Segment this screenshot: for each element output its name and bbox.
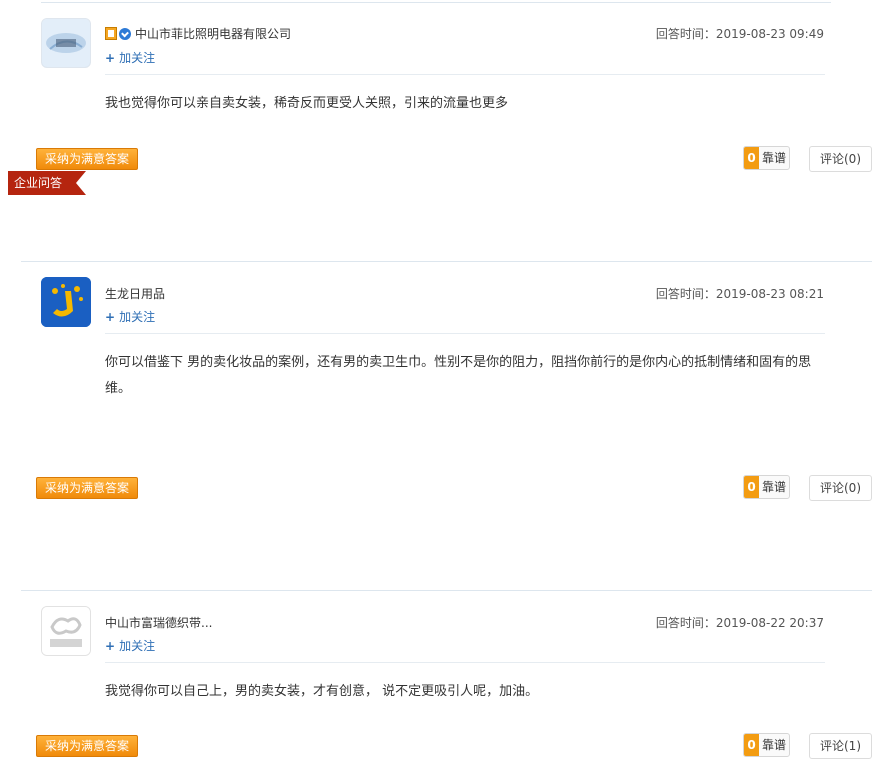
- answer-content: 我也觉得你可以亲自卖女装，稀奇反而更受人关照，引来的流量也更多: [105, 96, 509, 111]
- comment-button[interactable]: 评论(0): [809, 146, 872, 172]
- kaopu-label: 靠谱: [761, 151, 786, 165]
- follow-button[interactable]: + 加关注: [105, 637, 155, 654]
- divider: [21, 261, 872, 262]
- follow-button[interactable]: + 加关注: [105, 308, 155, 325]
- user-name-row: 生龙日用品: [105, 285, 165, 302]
- user-name[interactable]: 生龙日用品: [105, 285, 165, 302]
- follow-button[interactable]: + 加关注: [105, 49, 155, 66]
- divider: [105, 333, 825, 334]
- kaopu-button[interactable]: 0 靠谱: [743, 475, 790, 499]
- answer-time: 回答时间：2019-08-22 20:37: [655, 616, 824, 630]
- divider: [21, 590, 872, 591]
- avatar[interactable]: [41, 606, 91, 656]
- plus-icon: +: [105, 51, 116, 65]
- company-logo-icon: [41, 277, 91, 327]
- answer-time: 回答时间：2019-08-23 09:49: [655, 27, 824, 41]
- avatar[interactable]: [41, 18, 91, 68]
- kaopu-count: 0: [744, 147, 759, 169]
- adopt-answer-button[interactable]: 采纳为满意答案: [36, 735, 138, 757]
- divider: [41, 2, 831, 3]
- verified-icon: [119, 27, 131, 40]
- plus-icon: +: [105, 310, 116, 324]
- answer-content: 你可以借鉴下 男的卖化妆品的案例，还有男的卖卫生巾。性别不是你的阻力，阻挡你前行…: [105, 355, 812, 396]
- user-name[interactable]: 中山市菲比照明电器有限公司: [135, 25, 291, 42]
- kaopu-label: 靠谱: [761, 480, 786, 494]
- user-name[interactable]: 中山市富瑞德织带...: [105, 614, 212, 631]
- answer-time: 回答时间：2019-08-23 08:21: [655, 287, 824, 301]
- divider: [105, 662, 825, 663]
- comment-button[interactable]: 评论(1): [809, 733, 872, 759]
- divider: [105, 74, 825, 75]
- plus-icon: +: [105, 639, 116, 653]
- avatar[interactable]: [41, 277, 91, 327]
- answer-content: 我觉得你可以自己上，男的卖女装，才有创意， 说不定更吸引人呢，加油。: [105, 684, 539, 699]
- user-name-row: 中山市菲比照明电器有限公司: [105, 25, 291, 42]
- company-logo-icon: [42, 19, 90, 67]
- kaopu-button[interactable]: 0 靠谱: [743, 146, 790, 170]
- verified-badges: [105, 27, 131, 40]
- alibaba-logo-icon: [42, 607, 90, 655]
- kaopu-count: 0: [744, 476, 759, 498]
- kaopu-count: 0: [744, 734, 759, 756]
- adopt-answer-button[interactable]: 采纳为满意答案: [36, 477, 138, 499]
- user-name-row: 中山市富瑞德织带...: [105, 614, 212, 631]
- kaopu-button[interactable]: 0 靠谱: [743, 733, 790, 757]
- member-badge-icon: [105, 27, 117, 40]
- adopt-answer-button[interactable]: 采纳为满意答案: [36, 148, 138, 170]
- enterprise-qa-tag: 企业问答: [8, 171, 87, 195]
- comment-button[interactable]: 评论(0): [809, 475, 872, 501]
- kaopu-label: 靠谱: [761, 738, 786, 752]
